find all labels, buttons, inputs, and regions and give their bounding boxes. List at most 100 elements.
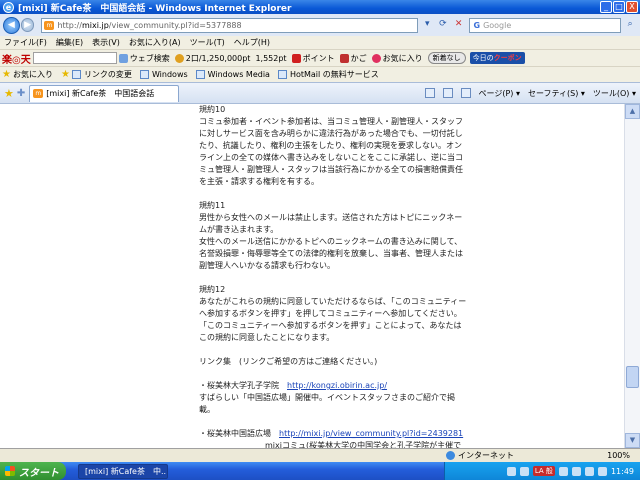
window-title: [mixi] 新Cafe茶 中国語会話 - Windows Internet E…: [18, 3, 292, 14]
newest-button[interactable]: 新着なし: [427, 52, 466, 64]
link-2-label: ・桜美林中国語広場: [199, 429, 279, 438]
tray-shield-icon[interactable]: [506, 466, 516, 476]
point-icon: [291, 53, 301, 63]
window-controls: _ □ X: [600, 1, 638, 13]
url-path: /view_community.pl?id=5377888: [108, 20, 242, 30]
page-menu[interactable]: ページ(P) ▾: [479, 88, 520, 99]
link-windows-media-label: Windows Media: [207, 70, 270, 79]
menu-help[interactable]: ヘルプ(H): [234, 37, 270, 48]
favorites-label: お気に入り: [12, 70, 53, 79]
cart-icon: [339, 53, 349, 63]
stop-icon[interactable]: ✕: [452, 18, 466, 32]
clock: 11:49: [610, 466, 634, 476]
rakuten-search-input[interactable]: [32, 52, 117, 64]
safety-menu[interactable]: セーフティ(S) ▾: [528, 88, 585, 99]
print-icon[interactable]: [460, 88, 471, 98]
security-zone: インターネット: [446, 450, 514, 461]
rule-10-title: 規約10: [199, 105, 226, 114]
search-icon[interactable]: ⌕: [623, 18, 637, 32]
rakuten-favorites-label: お気に入り: [382, 53, 423, 63]
cart-label: かご: [350, 53, 367, 63]
link-hotmail-label: HotMail の無料サービス: [289, 70, 379, 79]
mixi-favicon-icon: m: [33, 89, 44, 98]
coupon-main: クーポン: [493, 54, 522, 62]
rakuten-logo[interactable]: 楽◎天: [2, 51, 31, 66]
link-1-url[interactable]: http://kongzi.obirin.ac.jp/: [287, 381, 387, 390]
rule-11: 規約11 男性から女性へのメールは禁止します。送信された方はトピにニックネームが…: [199, 200, 467, 272]
web-search-button[interactable]: ウェブ検索: [118, 53, 170, 64]
tray-antivirus-icon[interactable]: [584, 466, 594, 476]
tray-update-icon[interactable]: [597, 466, 607, 476]
search-placeholder: Google: [483, 20, 512, 30]
favorites-center-icon[interactable]: ★: [4, 87, 14, 100]
tray-volume-icon[interactable]: [571, 466, 581, 476]
rakuten-favorites-button[interactable]: お気に入り: [371, 53, 423, 64]
refresh-icon[interactable]: ⟳: [436, 18, 450, 32]
add-favorite-icon: ★: [60, 69, 70, 80]
rule-11-title: 規約11: [199, 201, 226, 210]
coupon-button[interactable]: 今日のクーポン: [469, 52, 525, 64]
menu-favorites[interactable]: お気に入り(A): [129, 37, 181, 48]
link-2-url[interactable]: http://mixi.jp/view_community.pl?id=2439…: [279, 429, 463, 438]
home-icon[interactable]: [424, 88, 435, 98]
feeds-icon[interactable]: [442, 88, 453, 98]
start-button[interactable]: スタート: [0, 462, 66, 480]
rule-12-body: あなたがこれらの規約に同意していただけるならば、「このコミュニティーへ参加するボ…: [199, 297, 467, 342]
scroll-thumb[interactable]: [626, 366, 639, 388]
tray-app-icon[interactable]: [558, 466, 568, 476]
search-input[interactable]: G Google: [469, 17, 622, 33]
rule-11-body-2: 女性へのメール送信にかかるトピへのニックネームの書き込みに関して、名誉毀損罪・侮…: [199, 237, 463, 270]
heart-icon: [371, 53, 381, 63]
community-description: 規約10 コミュ参加者・イベント参加者は、当コミュ管理人・副管理人・スタッフに対…: [199, 104, 467, 448]
forward-button[interactable]: ▶: [20, 18, 35, 32]
link-1: ・桜美林大学孔子学院 http://kongzi.obirin.ac.jp/ す…: [199, 380, 467, 416]
tray-network-icon[interactable]: [519, 466, 529, 476]
zoom-control[interactable]: 100%: [607, 451, 630, 460]
rule-12: 規約12 あなたがこれらの規約に同意していただけるならば、「このコミュニティーへ…: [199, 284, 467, 344]
tools-menu[interactable]: ツール(O) ▾: [593, 88, 636, 99]
menu-edit[interactable]: 編集(E): [56, 37, 83, 48]
star-icon: ★: [2, 69, 11, 80]
link-windows-label: Windows: [151, 70, 188, 79]
point-label: ポイント: [302, 53, 335, 63]
page-icon: [139, 70, 149, 79]
close-button[interactable]: X: [626, 1, 638, 13]
rule-10: 規約10 コミュ参加者・イベント参加者は、当コミュ管理人・副管理人・スタッフに対…: [199, 104, 467, 188]
url-host: mixi.jp: [81, 20, 109, 30]
menu-view[interactable]: 表示(V): [92, 37, 120, 48]
tab-mixi[interactable]: m [mixi] 新Cafe茶 中国語会話: [29, 84, 180, 102]
taskbar-item-ie[interactable]: [mixi] 新Cafe茶 中...: [78, 463, 168, 479]
status-bar: インターネット 100%: [0, 448, 640, 462]
link-windows[interactable]: Windows: [139, 70, 188, 79]
ie-logo-icon: e: [3, 1, 14, 13]
address-bar[interactable]: m http://mixi.jp/view_community.pl?id=53…: [41, 17, 419, 33]
scroll-up-button[interactable]: ▲: [625, 104, 640, 119]
add-favorites-icon[interactable]: ✚: [17, 88, 25, 99]
links-change-item[interactable]: ★ リンクの変更: [61, 69, 132, 80]
globe-icon: [446, 451, 455, 460]
address-dropdown-icon[interactable]: ▾: [420, 18, 434, 32]
ime-indicator[interactable]: LA 般: [532, 466, 555, 476]
rule-12-title: 規約12: [199, 285, 226, 294]
command-bar: ページ(P) ▾ セーフティ(S) ▾ ツール(O) ▾: [417, 88, 640, 99]
scroll-down-button[interactable]: ▼: [625, 433, 640, 448]
vertical-scrollbar[interactable]: ▲ ▼: [624, 104, 640, 448]
link-windows-media[interactable]: Windows Media: [195, 70, 270, 79]
pt-label: 1,552pt: [255, 53, 287, 63]
minimize-button[interactable]: _: [600, 1, 612, 13]
rakuten-toolbar: 楽◎天 ウェブ検索 2口/1,250,000pt 1,552pt ポイント かご…: [0, 49, 640, 66]
link-2: ・桜美林中国語広場 http://mixi.jp/view_community.…: [199, 428, 467, 448]
cart-button[interactable]: かご: [339, 53, 367, 64]
points-display[interactable]: 2口/1,250,000pt: [174, 53, 250, 64]
back-button[interactable]: ◀: [3, 16, 20, 34]
menu-tools[interactable]: ツール(T): [190, 37, 225, 48]
link-hotmail[interactable]: HotMail の無料サービス: [277, 69, 379, 80]
maximize-button[interactable]: □: [613, 1, 625, 13]
links-heading: リンク集 (リンクご希望の方はご連絡ください。): [199, 357, 378, 366]
menu-file[interactable]: ファイル(F): [4, 37, 47, 48]
links-change-label: リンクの変更: [83, 70, 132, 79]
point-button[interactable]: ポイント: [291, 53, 335, 64]
favorites-button[interactable]: ★ お気に入り: [2, 69, 53, 80]
zone-label: インターネット: [458, 451, 514, 460]
title-bar: e [mixi] 新Cafe茶 中国語会話 - Windows Internet…: [0, 0, 640, 14]
